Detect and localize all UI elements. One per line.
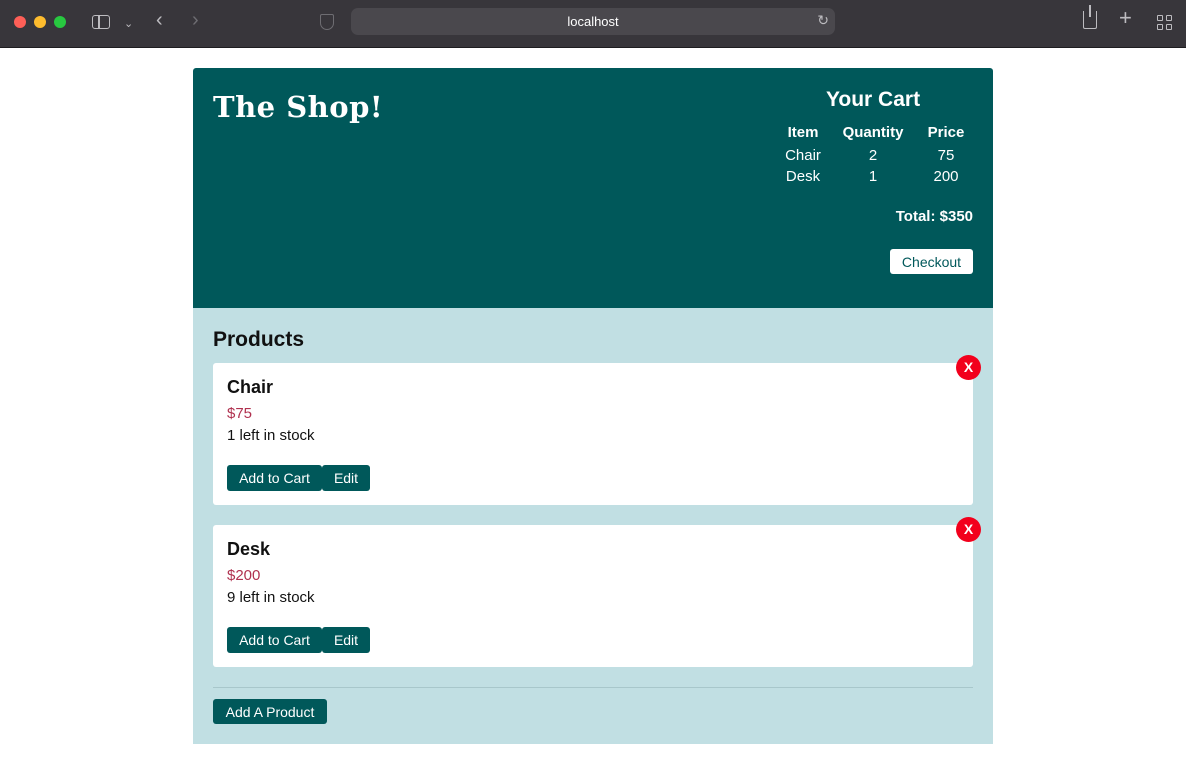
- tab-overview-icon[interactable]: [1157, 15, 1172, 30]
- cart-item-quantity: 1: [868, 168, 878, 185]
- cart-header-row: Item Quantity Price: [781, 124, 971, 145]
- shop-title: The Shop!: [213, 90, 384, 124]
- shop-app: The Shop! Your Cart Item Quantity Price …: [193, 68, 993, 744]
- back-arrow-icon[interactable]: ‹: [156, 10, 163, 30]
- cart-item-price: 200: [933, 168, 959, 185]
- edit-button[interactable]: Edit: [322, 627, 370, 653]
- cart-total: Total: $350: [895, 208, 973, 225]
- minimize-window-button[interactable]: [34, 16, 46, 28]
- cart-item-price: 75: [937, 147, 955, 164]
- product-price: $75: [227, 405, 253, 422]
- add-product-button[interactable]: Add A Product: [213, 699, 327, 724]
- product-stock: 1 left in stock: [227, 427, 315, 444]
- product-price: $200: [227, 567, 261, 584]
- add-to-cart-button[interactable]: Add to Cart: [227, 627, 322, 653]
- browser-toolbar: ⌄ ‹ › localhost ↻ +: [0, 0, 1186, 48]
- product-name: Chair: [227, 377, 274, 397]
- cart-title: Your Cart: [825, 88, 921, 111]
- address-bar[interactable]: localhost ↻: [351, 8, 835, 35]
- privacy-shield-icon[interactable]: [320, 14, 334, 30]
- product-card: Desk $200 9 left in stock Add to Cart Ed…: [213, 517, 981, 667]
- cart-item-name: Chair: [785, 147, 821, 164]
- share-icon[interactable]: [1083, 5, 1097, 29]
- cart-column-header: Quantity: [842, 124, 904, 141]
- cart-column-header: Price: [927, 124, 965, 141]
- close-window-button[interactable]: [14, 16, 26, 28]
- add-to-cart-button[interactable]: Add to Cart: [227, 465, 322, 491]
- shop-header: The Shop! Your Cart Item Quantity Price …: [193, 68, 993, 308]
- reload-icon[interactable]: ↻: [817, 12, 829, 29]
- checkout-button[interactable]: Checkout: [890, 249, 973, 274]
- delete-product-button[interactable]: X: [956, 517, 981, 542]
- forward-arrow-icon[interactable]: ›: [192, 10, 199, 30]
- cart-row: Chair 2 75: [781, 145, 971, 166]
- delete-product-button[interactable]: X: [956, 355, 981, 380]
- cart-item-quantity: 2: [868, 147, 878, 164]
- product-card: Chair $75 1 left in stock Add to Cart Ed…: [213, 355, 981, 505]
- zoom-window-button[interactable]: [54, 16, 66, 28]
- products-title: Products: [213, 328, 305, 351]
- chevron-down-icon[interactable]: ⌄: [124, 14, 133, 34]
- cart-column-header: Item: [787, 124, 819, 141]
- address-text: localhost: [567, 14, 619, 29]
- new-tab-icon[interactable]: +: [1119, 7, 1132, 29]
- product-name: Desk: [227, 539, 271, 559]
- cart-item-name: Desk: [785, 168, 821, 185]
- edit-button[interactable]: Edit: [322, 465, 370, 491]
- cart-table: Item Quantity Price Chair 2 75 Desk 1 20…: [781, 124, 971, 187]
- divider: [213, 687, 973, 688]
- product-stock: 9 left in stock: [227, 589, 315, 606]
- cart-row: Desk 1 200: [781, 166, 971, 187]
- products-section: Products Chair $75 1 left in stock Add t…: [193, 308, 993, 744]
- sidebar-toggle-icon[interactable]: [92, 15, 110, 29]
